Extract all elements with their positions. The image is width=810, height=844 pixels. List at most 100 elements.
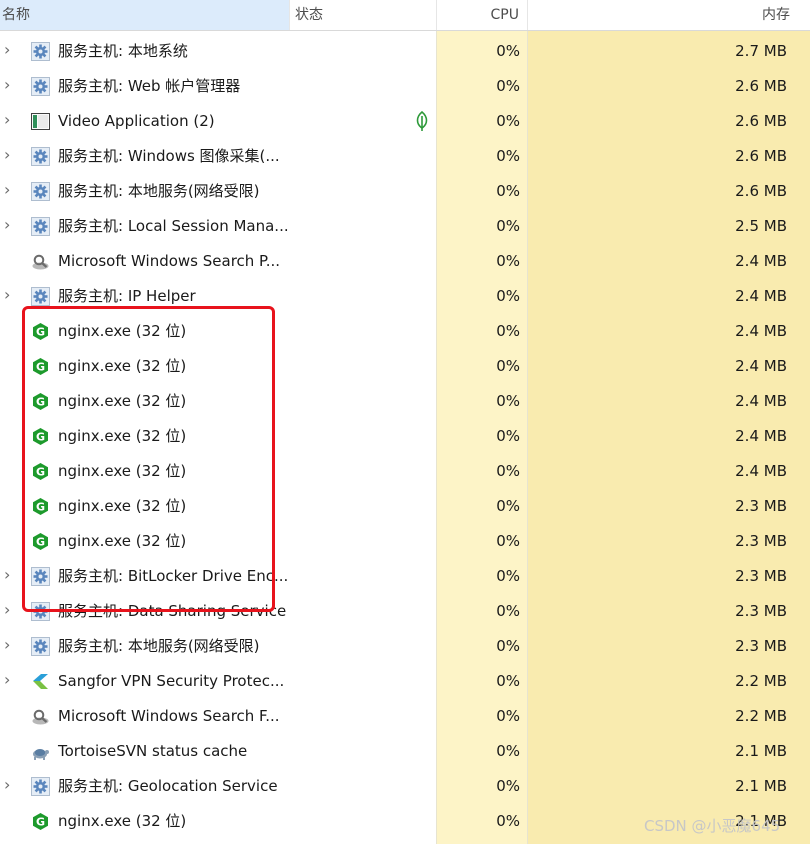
process-row[interactable]: Gnginx.exe (32 位) 0% 2.3 MB bbox=[0, 489, 810, 524]
search-indexer-icon bbox=[31, 252, 50, 271]
expand-chevron-icon[interactable]: › bbox=[4, 42, 18, 58]
process-row[interactable]: › Sangfor VPN Security Protec... 0% 2.2 MB bbox=[0, 664, 810, 699]
process-row[interactable]: Gnginx.exe (32 位) 0% 2.4 MB bbox=[0, 384, 810, 419]
process-list: › 服务主机: 本地系统 0% 2.7 MB › 服务主机: Web 帐户管理器 0% 2.6… bbox=[0, 34, 810, 839]
process-row[interactable]: › 服务主机: Data Sharing Service 0% 2.3 MB bbox=[0, 594, 810, 629]
expand-chevron-icon[interactable]: › bbox=[4, 777, 18, 793]
process-row[interactable]: TortoiseSVN status cache 0% 2.1 MB bbox=[0, 734, 810, 769]
nginx-icon: G bbox=[31, 427, 50, 446]
cpu-value: 0% bbox=[496, 217, 520, 235]
expand-chevron-icon[interactable]: › bbox=[4, 637, 18, 653]
expand-chevron-icon[interactable]: › bbox=[4, 602, 18, 618]
expand-chevron-icon[interactable]: › bbox=[4, 77, 18, 93]
leaf-icon bbox=[414, 110, 430, 132]
gear-icon bbox=[31, 217, 50, 236]
process-row[interactable]: › 服务主机: Windows 图像采集(... 0% 2.6 MB bbox=[0, 139, 810, 174]
cpu-value: 0% bbox=[496, 322, 520, 340]
cpu-value: 0% bbox=[496, 357, 520, 375]
column-header-status[interactable]: 状态 bbox=[290, 0, 437, 30]
cpu-value: 0% bbox=[496, 742, 520, 760]
cpu-value: 0% bbox=[496, 567, 520, 585]
process-name: 服务主机: Web 帐户管理器 bbox=[58, 77, 241, 95]
expand-chevron-icon[interactable]: › bbox=[4, 567, 18, 583]
gear-icon bbox=[31, 147, 50, 166]
nginx-icon: G bbox=[31, 532, 50, 551]
memory-value: 2.3 MB bbox=[735, 497, 787, 515]
cpu-value: 0% bbox=[496, 392, 520, 410]
gear-icon bbox=[31, 77, 50, 96]
process-name: 服务主机: Local Session Mana... bbox=[58, 217, 289, 235]
process-row[interactable]: › 服务主机: Local Session Mana... 0% 2.5 MB bbox=[0, 209, 810, 244]
svg-text:G: G bbox=[36, 816, 45, 829]
process-row[interactable]: › 服务主机: 本地系统 0% 2.7 MB bbox=[0, 34, 810, 69]
svg-text:G: G bbox=[36, 536, 45, 549]
process-name: nginx.exe (32 位) bbox=[58, 322, 187, 340]
memory-value: 2.2 MB bbox=[735, 672, 787, 690]
expand-chevron-icon[interactable]: › bbox=[4, 287, 18, 303]
memory-value: 2.5 MB bbox=[735, 217, 787, 235]
process-row[interactable]: Gnginx.exe (32 位) 0% 2.4 MB bbox=[0, 419, 810, 454]
expand-chevron-icon[interactable]: › bbox=[4, 217, 18, 233]
cpu-value: 0% bbox=[496, 112, 520, 130]
process-name: nginx.exe (32 位) bbox=[58, 357, 187, 375]
svg-text:G: G bbox=[36, 501, 45, 514]
memory-value: 2.4 MB bbox=[735, 322, 787, 340]
process-row[interactable]: › 服务主机: IP Helper 0% 2.4 MB bbox=[0, 279, 810, 314]
process-name: 服务主机: 本地系统 bbox=[58, 42, 188, 60]
process-row[interactable]: Microsoft Windows Search P... 0% 2.4 MB bbox=[0, 244, 810, 279]
nginx-icon: G bbox=[31, 462, 50, 481]
process-name: Sangfor VPN Security Protec... bbox=[58, 672, 285, 690]
process-name: nginx.exe (32 位) bbox=[58, 532, 187, 550]
process-row[interactable]: › 服务主机: 本地服务(网络受限) 0% 2.3 MB bbox=[0, 629, 810, 664]
process-row[interactable]: Gnginx.exe (32 位) 0% 2.4 MB bbox=[0, 349, 810, 384]
memory-value: 2.4 MB bbox=[735, 357, 787, 375]
svg-text:G: G bbox=[36, 466, 45, 479]
memory-value: 2.6 MB bbox=[735, 112, 787, 130]
process-name: nginx.exe (32 位) bbox=[58, 497, 187, 515]
process-name: 服务主机: IP Helper bbox=[58, 287, 196, 305]
nginx-icon: G bbox=[31, 497, 50, 516]
process-row[interactable]: Gnginx.exe (32 位) 0% 2.4 MB bbox=[0, 314, 810, 349]
process-name: 服务主机: Data Sharing Service bbox=[58, 602, 287, 620]
expand-chevron-icon[interactable]: › bbox=[4, 147, 18, 163]
cpu-value: 0% bbox=[496, 777, 520, 795]
memory-value: 2.3 MB bbox=[735, 567, 787, 585]
memory-value: 2.3 MB bbox=[735, 602, 787, 620]
process-row[interactable]: › 服务主机: 本地服务(网络受限) 0% 2.6 MB bbox=[0, 174, 810, 209]
expand-chevron-icon[interactable]: › bbox=[4, 182, 18, 198]
process-name: nginx.exe (32 位) bbox=[58, 462, 187, 480]
cpu-value: 0% bbox=[496, 427, 520, 445]
process-row[interactable]: › Video Application (2) 0% 2.6 MB bbox=[0, 104, 810, 139]
column-header-memory[interactable]: 内存 bbox=[528, 0, 810, 30]
column-header-name[interactable]: 名称 bbox=[0, 0, 290, 30]
process-name: 服务主机: Windows 图像采集(... bbox=[58, 147, 280, 165]
process-name: nginx.exe (32 位) bbox=[58, 392, 187, 410]
cpu-value: 0% bbox=[496, 462, 520, 480]
process-row[interactable]: › 服务主机: BitLocker Drive Enc... 0% 2.3 MB bbox=[0, 559, 810, 594]
cpu-value: 0% bbox=[496, 182, 520, 200]
process-row[interactable]: › 服务主机: Geolocation Service 0% 2.1 MB bbox=[0, 769, 810, 804]
tortoise-icon bbox=[31, 742, 50, 761]
cpu-value: 0% bbox=[496, 602, 520, 620]
column-header-cpu[interactable]: CPU bbox=[437, 0, 528, 30]
cpu-value: 0% bbox=[496, 532, 520, 550]
memory-value: 2.7 MB bbox=[735, 42, 787, 60]
process-row[interactable]: Gnginx.exe (32 位) 0% 2.3 MB bbox=[0, 524, 810, 559]
memory-value: 2.3 MB bbox=[735, 532, 787, 550]
svg-text:G: G bbox=[36, 326, 45, 339]
cpu-value: 0% bbox=[496, 672, 520, 690]
nginx-icon: G bbox=[31, 392, 50, 411]
cpu-value: 0% bbox=[496, 707, 520, 725]
memory-value: 2.2 MB bbox=[735, 707, 787, 725]
column-header-bar: 名称 状态 CPU 内存 bbox=[0, 0, 810, 31]
expand-chevron-icon[interactable]: › bbox=[4, 672, 18, 688]
expand-chevron-icon[interactable]: › bbox=[4, 112, 18, 128]
process-row[interactable]: Gnginx.exe (32 位) 0% 2.4 MB bbox=[0, 454, 810, 489]
cpu-value: 0% bbox=[496, 77, 520, 95]
nginx-icon: G bbox=[31, 322, 50, 341]
memory-value: 2.4 MB bbox=[735, 462, 787, 480]
process-row[interactable]: Microsoft Windows Search F... 0% 2.2 MB bbox=[0, 699, 810, 734]
video-app-icon bbox=[31, 112, 50, 131]
svg-text:G: G bbox=[36, 431, 45, 444]
process-row[interactable]: › 服务主机: Web 帐户管理器 0% 2.6 MB bbox=[0, 69, 810, 104]
